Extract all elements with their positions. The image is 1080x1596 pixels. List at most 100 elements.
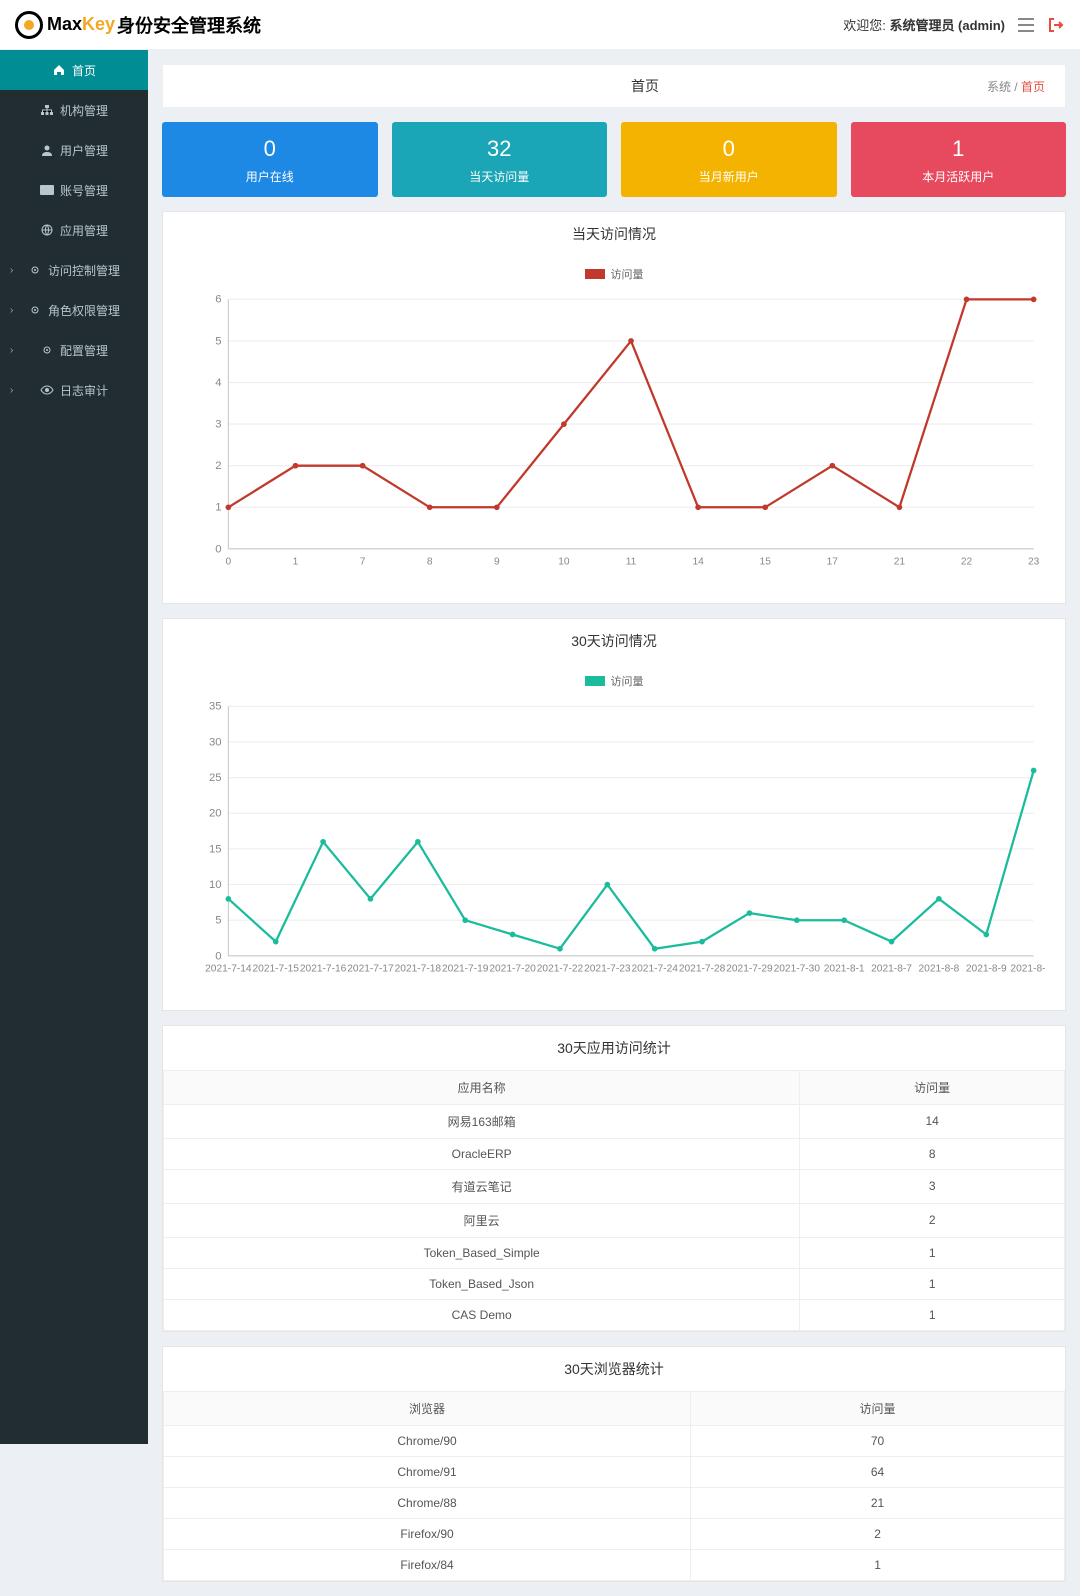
breadcrumb: 首页 系统 / 首页 [162, 64, 1066, 108]
sidebar-item-0[interactable]: 首页 [0, 50, 148, 90]
svg-text:2021-7-29: 2021-7-29 [726, 964, 773, 975]
svg-text:1: 1 [215, 502, 221, 514]
svg-text:2021-7-30: 2021-7-30 [774, 964, 821, 975]
chart1: 0123456017891011141517212223 [183, 288, 1045, 583]
chart1-legend: 访问量 [183, 266, 1045, 282]
main: 首页 系统 / 首页 0用户在线32当天访问量0当月新用户1本月活跃用户 当天访… [148, 64, 1080, 1596]
logo[interactable]: MaxKey 身份安全管理系统 [15, 11, 261, 39]
svg-text:4: 4 [215, 377, 221, 389]
gear-icon [40, 344, 54, 356]
brand-max: Max [47, 14, 82, 35]
table-row: Chrome/8821 [164, 1487, 1065, 1518]
sidebar-item-label: 访问控制管理 [48, 262, 120, 279]
breadcrumb-path: 系统 / 首页 [987, 78, 1045, 95]
table-cell: Chrome/90 [164, 1425, 691, 1456]
sidebar-item-4[interactable]: 应用管理 [0, 210, 148, 250]
svg-text:0: 0 [215, 543, 221, 555]
breadcrumb-prefix: 系统 / [987, 80, 1018, 94]
sidebar-item-label: 日志审计 [60, 382, 108, 399]
sidebar-item-label: 角色权限管理 [48, 302, 120, 319]
welcome-text: 欢迎您: 系统管理员 (admin) [843, 15, 1005, 34]
sidebar-item-7[interactable]: ›配置管理 [0, 330, 148, 370]
sidebar-item-1[interactable]: 机构管理 [0, 90, 148, 130]
sidebar-item-label: 应用管理 [60, 222, 108, 239]
table-cell: Chrome/88 [164, 1487, 691, 1518]
sidebar-item-label: 配置管理 [60, 342, 108, 359]
svg-text:9: 9 [494, 557, 500, 568]
table-cell: 8 [800, 1138, 1065, 1169]
svg-text:15: 15 [209, 843, 222, 855]
home-icon [52, 64, 66, 76]
stat-value: 0 [172, 136, 368, 162]
svg-text:0: 0 [226, 557, 232, 568]
header: MaxKey 身份安全管理系统 欢迎您: 系统管理员 (admin) [0, 0, 1080, 50]
table-cell: 14 [800, 1104, 1065, 1138]
svg-text:2021-8-8: 2021-8-8 [919, 964, 960, 975]
chart1-title: 当天访问情况 [163, 212, 1065, 256]
svg-text:2021-7-18: 2021-7-18 [395, 964, 442, 975]
stat-card-2: 0当月新用户 [621, 122, 837, 197]
table2-title: 30天浏览器统计 [163, 1347, 1065, 1391]
svg-text:2021-7-23: 2021-7-23 [584, 964, 631, 975]
browser-table: 浏览器访问量Chrome/9070Chrome/9164Chrome/8821F… [163, 1391, 1065, 1581]
sidebar-item-3[interactable]: 账号管理 [0, 170, 148, 210]
stat-card-0: 0用户在线 [162, 122, 378, 197]
globe-icon [40, 224, 54, 236]
svg-text:2021-7-22: 2021-7-22 [537, 964, 584, 975]
svg-text:2: 2 [215, 460, 221, 472]
sidebar: 首页机构管理用户管理账号管理应用管理 ›访问控制管理 › 角色权限管理 ›配置管理›日志… [0, 50, 148, 1444]
cogs-icon [28, 264, 42, 276]
svg-text:0: 0 [215, 950, 221, 962]
user-icon [40, 144, 54, 156]
svg-text:10: 10 [209, 879, 222, 891]
table-cell: 64 [691, 1456, 1065, 1487]
welcome-user: 系统管理员 (admin) [889, 18, 1005, 33]
stat-cards: 0用户在线32当天访问量0当月新用户1本月活跃用户 [162, 122, 1066, 197]
breadcrumb-current[interactable]: 首页 [1021, 80, 1045, 94]
svg-text:22: 22 [961, 557, 973, 568]
svg-text:25: 25 [209, 772, 222, 784]
svg-text:21: 21 [894, 557, 906, 568]
table-row: 网易163邮箱14 [164, 1104, 1065, 1138]
page-title: 首页 [183, 76, 987, 96]
table-cell: 有道云笔记 [164, 1169, 800, 1203]
table-row: Firefox/902 [164, 1518, 1065, 1549]
chart2-legend-label: 访问量 [611, 673, 644, 689]
sidebar-item-6[interactable]: › 角色权限管理 [0, 290, 148, 330]
welcome-prefix: 欢迎您: [843, 18, 886, 33]
table-header: 访问量 [800, 1070, 1065, 1104]
svg-text:14: 14 [692, 557, 704, 568]
svg-text:5: 5 [215, 335, 221, 347]
table-cell: Firefox/84 [164, 1549, 691, 1580]
table-cell: 网易163邮箱 [164, 1104, 800, 1138]
svg-text:23: 23 [1028, 557, 1040, 568]
svg-text:5: 5 [215, 915, 221, 927]
table-header: 应用名称 [164, 1070, 800, 1104]
stat-label: 当天访问量 [402, 168, 598, 185]
id-card-icon [40, 185, 54, 195]
sidebar-item-label: 机构管理 [60, 102, 108, 119]
table-cell: 1 [800, 1268, 1065, 1299]
svg-text:10: 10 [558, 557, 570, 568]
stat-card-1: 32 当天访问量 [392, 122, 608, 197]
table-cell: 1 [691, 1549, 1065, 1580]
svg-text:3: 3 [215, 419, 221, 431]
sitemap-icon [40, 104, 54, 116]
logout-icon[interactable] [1047, 16, 1065, 34]
sidebar-item-label: 首页 [72, 62, 96, 79]
sidebar-item-8[interactable]: ›日志审计 [0, 370, 148, 410]
stat-value: 32 [402, 136, 598, 162]
table2-panel: 30天浏览器统计 浏览器访问量Chrome/9070Chrome/9164Chr… [162, 1346, 1066, 1582]
svg-text:15: 15 [760, 557, 772, 568]
table-row: CAS Demo1 [164, 1299, 1065, 1330]
table-cell: 1 [800, 1299, 1065, 1330]
chevron-right-icon: › [10, 305, 13, 316]
menu-icon[interactable] [1017, 16, 1035, 34]
sidebar-item-5[interactable]: ›访问控制管理 [0, 250, 148, 290]
table-row: Firefox/841 [164, 1549, 1065, 1580]
header-right: 欢迎您: 系统管理员 (admin) [843, 15, 1065, 34]
sidebar-item-2[interactable]: 用户管理 [0, 130, 148, 170]
chart2-legend: 访问量 [183, 673, 1045, 689]
table-cell: 1 [800, 1237, 1065, 1268]
svg-text:7: 7 [360, 557, 366, 568]
